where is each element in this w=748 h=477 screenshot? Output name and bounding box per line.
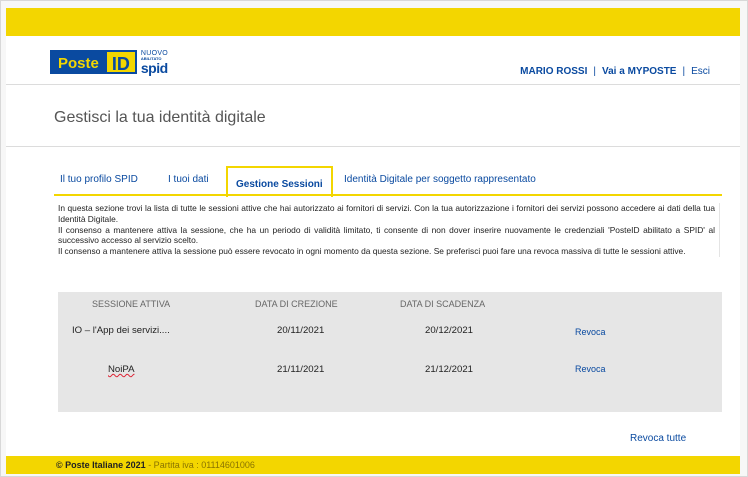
sessions-panel: SESSIONE ATTIVA DATA DI CREZIONE DATA DI… xyxy=(58,292,722,412)
page-container: Poste ID NUOVO ABILITATO spid MARIO ROSS… xyxy=(6,36,740,456)
posteid-logo[interactable]: Poste ID NUOVO ABILITATO spid xyxy=(50,50,168,76)
title-divider xyxy=(6,146,740,147)
logout-link[interactable]: Esci xyxy=(691,66,710,77)
tab-bar: Il tuo profilo SPID I tuoi dati Gestione… xyxy=(54,166,734,197)
revoke-all-button[interactable]: Revoca tutte xyxy=(630,433,686,444)
col-header-created: DATA DI CREZIONE xyxy=(255,299,338,309)
footer-vat: - Partita iva : 01114601006 xyxy=(145,460,255,470)
top-yellow-bar xyxy=(6,8,740,36)
logo-id-text: ID xyxy=(106,50,137,74)
col-header-session: SESSIONE ATTIVA xyxy=(92,299,171,309)
session-created: 20/11/2021 xyxy=(277,325,325,336)
tab-profilo-spid[interactable]: Il tuo profilo SPID xyxy=(60,174,138,185)
col-header-expires: DATA DI SCADENZA xyxy=(400,299,486,309)
tab-tuoi-dati[interactable]: I tuoi dati xyxy=(168,174,209,185)
footer-bar: © Poste Italiane 2021 - Partita iva : 01… xyxy=(6,456,740,474)
revoke-button[interactable]: Revoca xyxy=(575,327,606,337)
tab-soggetto-rappresentato[interactable]: Identità Digitale per soggetto rappresen… xyxy=(344,174,536,185)
session-name: IO – l'App dei servizi.... xyxy=(72,325,170,336)
logo-poste-text: Poste xyxy=(50,50,107,74)
session-created: 21/11/2021 xyxy=(277,364,325,375)
myposte-link[interactable]: Vai a MYPOSTE xyxy=(602,66,676,77)
user-nav: MARIO ROSSI | Vai a MYPOSTE | Esci xyxy=(520,66,710,77)
tab-underline xyxy=(54,194,722,196)
logo-spid-block: NUOVO ABILITATO spid xyxy=(140,50,168,76)
footer-copyright: © Poste Italiane 2021 xyxy=(56,460,146,470)
logo-spid-text: spid xyxy=(140,59,168,76)
nav-separator: | xyxy=(682,66,686,77)
header-divider xyxy=(6,84,740,85)
session-name: NoiPA xyxy=(108,364,135,375)
revoke-button[interactable]: Revoca xyxy=(575,364,606,374)
session-expires: 20/12/2021 xyxy=(425,325,474,336)
page-title: Gestisci la tua identità digitale xyxy=(54,109,266,126)
sessions-info-text: In questa sezione trovi la lista di tutt… xyxy=(58,203,720,257)
tab-gestione-sessioni[interactable]: Gestione Sessioni xyxy=(226,166,333,197)
session-expires: 21/12/2021 xyxy=(425,364,474,375)
user-name: MARIO ROSSI xyxy=(520,66,588,77)
nav-separator: | xyxy=(593,66,596,77)
